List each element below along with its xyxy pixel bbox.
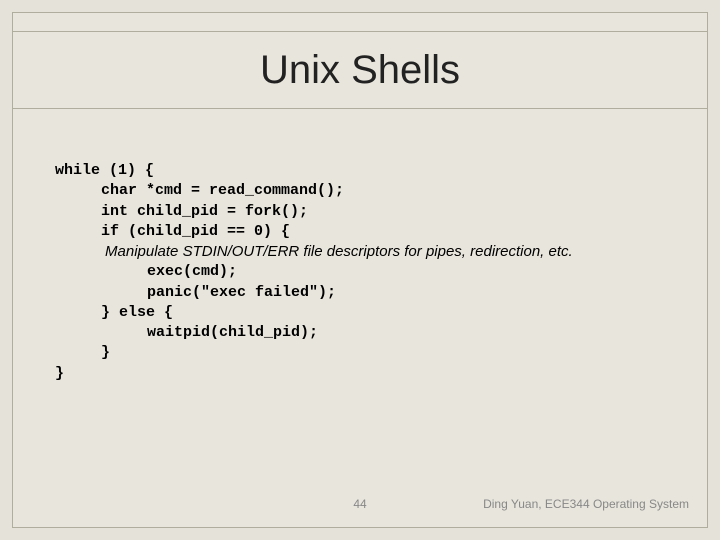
code-line: while (1) { — [55, 161, 665, 181]
footer: 44 Ding Yuan, ECE344 Operating System — [13, 497, 707, 517]
slide-title: Unix Shells — [260, 48, 460, 93]
code-line: panic("exec failed"); — [55, 283, 665, 303]
slide-frame: Unix Shells while (1) { char *cmd = read… — [12, 12, 708, 528]
code-line: if (child_pid == 0) { — [55, 222, 665, 242]
code-block: while (1) { char *cmd = read_command(); … — [55, 161, 665, 384]
code-line: int child_pid = fork(); — [55, 202, 665, 222]
code-line: } else { — [55, 303, 665, 323]
code-line: } — [55, 343, 665, 363]
code-comment: Manipulate STDIN/OUT/ERR file descriptor… — [55, 242, 665, 262]
code-line: exec(cmd); — [55, 262, 665, 282]
code-line: waitpid(child_pid); — [55, 323, 665, 343]
footer-credit: Ding Yuan, ECE344 Operating System — [483, 497, 689, 511]
code-line: char *cmd = read_command(); — [55, 181, 665, 201]
page-number: 44 — [353, 497, 366, 511]
title-band: Unix Shells — [13, 31, 707, 109]
code-line: } — [55, 364, 665, 384]
